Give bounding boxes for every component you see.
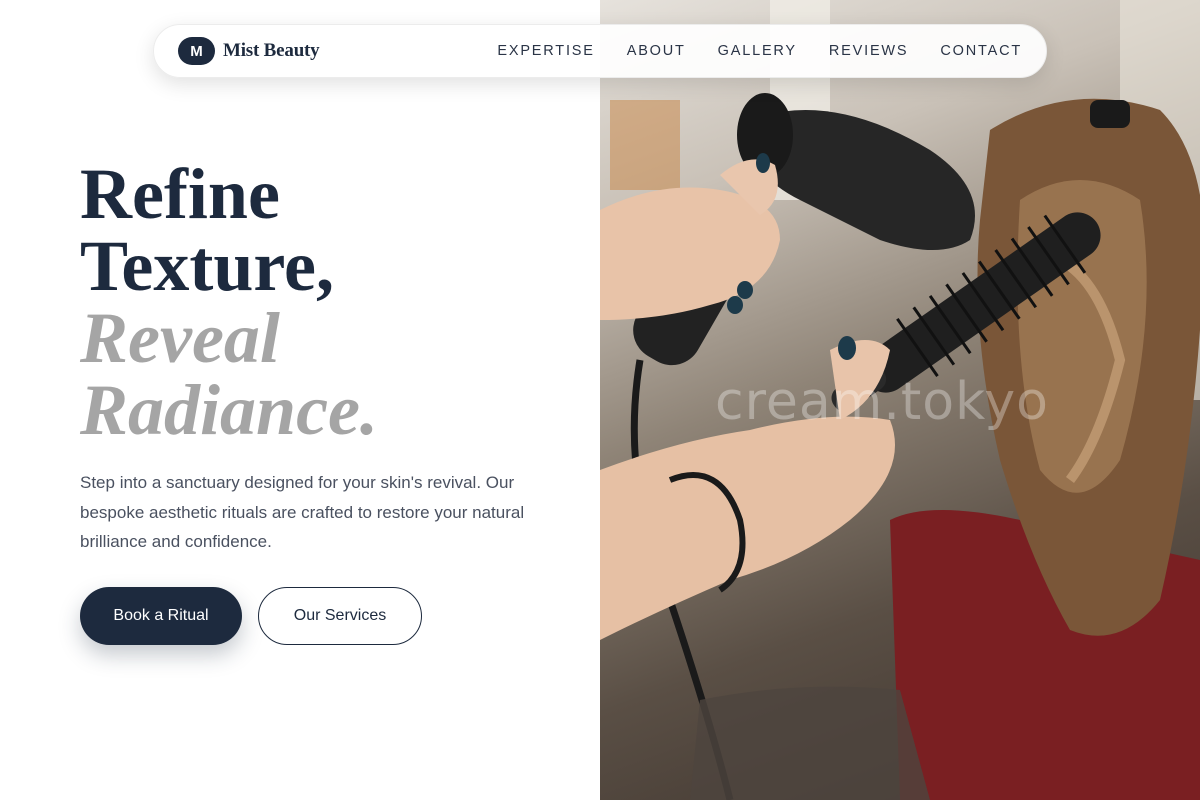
nav-link-expertise[interactable]: EXPERTISE bbox=[497, 43, 594, 59]
nav-menu: EXPERTISE ABOUT GALLERY REVIEWS CONTACT bbox=[497, 43, 1022, 59]
hero-description: Step into a sanctuary designed for your … bbox=[80, 473, 525, 551]
nav-link-gallery[interactable]: GALLERY bbox=[718, 43, 797, 59]
hero-photo: cream.tokyo bbox=[600, 0, 1200, 800]
nav-link-about[interactable]: ABOUT bbox=[627, 43, 686, 59]
hero-section: Refine Texture, Reveal Radiance. bbox=[80, 158, 560, 446]
brand-mark-icon: M bbox=[178, 37, 215, 65]
headline-accent-1: Reveal bbox=[80, 298, 280, 378]
main-navbar: M Mist Beauty EXPERTISE ABOUT GALLERY RE… bbox=[153, 24, 1047, 78]
brand-name: Mist Beauty bbox=[223, 40, 320, 61]
our-services-button[interactable]: Our Services bbox=[258, 587, 422, 645]
headline-line-2: Texture, bbox=[80, 226, 335, 306]
brand-logo[interactable]: M Mist Beauty bbox=[178, 37, 320, 65]
headline-accent-2: Radiance. bbox=[80, 370, 378, 450]
hero-headline: Refine Texture, Reveal Radiance. bbox=[80, 158, 560, 446]
hero-cta-group: Book a Ritual Our Services bbox=[80, 587, 422, 645]
book-ritual-button[interactable]: Book a Ritual bbox=[80, 587, 242, 645]
nav-link-contact[interactable]: CONTACT bbox=[940, 43, 1022, 59]
nav-link-reviews[interactable]: REVIEWS bbox=[829, 43, 908, 59]
headline-line-1: Refine bbox=[80, 154, 280, 234]
watermark-text: cream.tokyo bbox=[715, 372, 1049, 432]
